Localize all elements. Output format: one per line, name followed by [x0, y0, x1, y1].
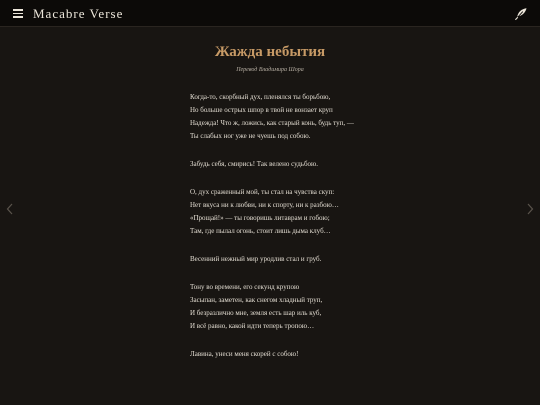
poem-stanza: Забудь себя, смирись! Так велено судьбою… [190, 158, 430, 171]
site-title[interactable]: Macabre Verse [33, 6, 123, 22]
poem-line: Ты слабых ног уже не чуешь под собою. [190, 132, 311, 140]
poem-line: О, дух сраженный мой, ты стал на чувства… [190, 188, 335, 196]
poem-stanza: Лавина, унеси меня скорей с собою! [190, 348, 430, 361]
poem-stanza: Тону во времени, его секунд крупою Засыпа… [190, 281, 430, 333]
chevron-right-icon[interactable] [525, 200, 535, 215]
poem-line: Весенний нежный мир уродлив стал и груб. [190, 255, 322, 263]
poem-stanza: Когда-то, скорбный дух, пленялся ты борь… [190, 91, 430, 143]
chevron-left-icon[interactable] [5, 200, 15, 215]
hamburger-menu-icon[interactable] [13, 9, 23, 18]
poem-line: Нет вкуса ни к любви, ни к спорту, ни к … [190, 201, 339, 209]
poem-line: Засыпан, заметен, как снегом хладный тру… [190, 296, 323, 304]
poem-line: Когда-то, скорбный дух, пленялся ты борь… [190, 93, 331, 101]
poem-line: Но больше острых шпор в твой не вонзает … [190, 106, 333, 114]
poem-stanza: Весенний нежный мир уродлив стал и груб. [190, 253, 430, 266]
poem-line: И всё равно, какой идти теперь тропою… [190, 322, 315, 330]
poem-translator-credit: Перевод Владимира Шора [236, 67, 304, 73]
poem-line: Надежда! Что ж, ложись, как старый конь,… [190, 119, 354, 127]
poem-body: Когда-то, скорбный дух, пленялся ты борь… [190, 91, 430, 376]
poem-line: Лавина, унеси меня скорей с собою! [190, 350, 299, 358]
poem-line: Забудь себя, смирись! Так велено судьбою… [190, 160, 318, 168]
top-bar: Macabre Verse [0, 0, 540, 27]
poem-stanza: О, дух сраженный мой, ты стал на чувства… [190, 186, 430, 238]
poem-line: «Прощай!» — ты говоришь литаврам и гобою… [190, 214, 330, 222]
feather-quill-icon[interactable] [514, 6, 528, 21]
poem-line: И безразлично мне, земля есть шар иль ку… [190, 309, 322, 317]
poem-line: Там, где пылал огонь, стоит лишь дыма кл… [190, 227, 331, 235]
poem-title: Жажда небытия [214, 44, 326, 60]
poem-line: Тону во времени, его секунд крупою [190, 283, 300, 291]
